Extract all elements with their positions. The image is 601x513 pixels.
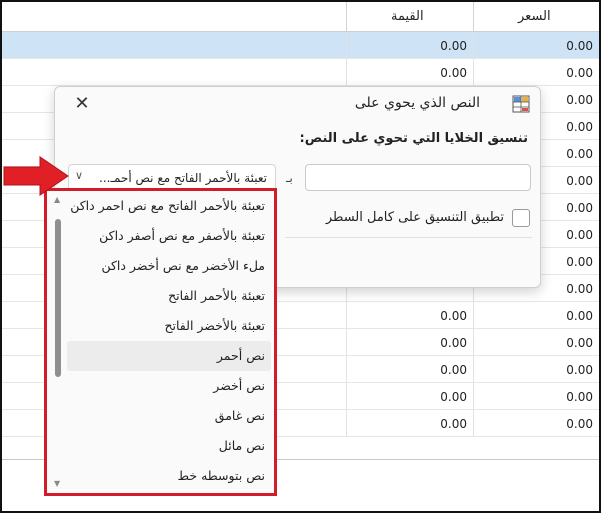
- cell-value-text: 0.00: [440, 309, 467, 323]
- cell-blank[interactable]: [2, 59, 347, 86]
- column-header-value-label: القيمة: [391, 9, 424, 24]
- scrollbar-thumb[interactable]: [55, 219, 61, 377]
- cell-price[interactable]: 0.00: [474, 356, 599, 383]
- dropdown-option-label: تعبئة بالأخضر الفاتح: [164, 318, 265, 333]
- dropdown-option-label: نص غامق: [214, 408, 265, 423]
- chevron-down-icon: ∨: [75, 169, 84, 182]
- dialog-title: النص الذي يحوي على: [354, 95, 480, 111]
- cell-value[interactable]: 0.00: [347, 410, 474, 437]
- column-header-price[interactable]: السعر: [474, 2, 599, 32]
- with-label: بـ: [286, 171, 293, 185]
- dropdown-option[interactable]: نص أحمر: [67, 341, 271, 371]
- cell-price-text: 0.00: [566, 201, 593, 215]
- format-style-dropdown-list[interactable]: ▲ ▼ تعبئة بالأحمر الفاتح مع نص احمر داكن…: [44, 188, 277, 496]
- cell-price-text: 0.00: [566, 228, 593, 242]
- cell-price[interactable]: 0.00: [474, 383, 599, 410]
- cell-price-text: 0.00: [566, 255, 593, 269]
- cell-price-text: 0.00: [566, 174, 593, 188]
- dropdown-option[interactable]: تعبئة بالأخضر الفاتح: [67, 311, 271, 341]
- column-header-blank[interactable]: [2, 2, 347, 32]
- table-row[interactable]: 0.00 0.00: [2, 32, 599, 59]
- dropdown-option-label: نص أخضر: [213, 378, 265, 393]
- dropdown-option[interactable]: تعبئة بالأحمر الفاتح: [67, 281, 271, 311]
- dropdown-option[interactable]: نص بتوسطه خط: [67, 461, 271, 491]
- red-arrow-pointer: [3, 156, 69, 196]
- dropdown-option[interactable]: نص مائل: [67, 431, 271, 461]
- table-row[interactable]: 0.00 0.00: [2, 59, 599, 86]
- format-style-combobox[interactable]: تعبئة بالأحمر الفاتح مع نص أحمـ... ∨: [68, 164, 276, 191]
- cell-price[interactable]: 0.00: [474, 329, 599, 356]
- apply-entire-row-label[interactable]: تطبيق التنسيق على كامل السطر: [326, 210, 504, 225]
- cell-price-text: 0.00: [566, 66, 593, 80]
- cell-price-text: 0.00: [566, 39, 593, 53]
- cell-price[interactable]: 0.00: [474, 59, 599, 86]
- contains-text-input[interactable]: [305, 164, 531, 191]
- dropdown-option-label: نص أحمر: [216, 348, 265, 363]
- dropdown-option-label: تعبئة بالأحمر الفاتح: [168, 288, 265, 303]
- cell-value[interactable]: 0.00: [347, 59, 474, 86]
- dropdown-option-label: تعبئة بالأحمر الفاتح مع نص احمر داكن: [70, 198, 265, 213]
- cell-price-text: 0.00: [566, 390, 593, 404]
- cell-value-text: 0.00: [440, 66, 467, 80]
- cell-price-text: 0.00: [566, 93, 593, 107]
- close-icon[interactable]: ✕: [71, 93, 93, 115]
- dropdown-option[interactable]: ملء الأخضر مع نص أخضر داكن: [67, 251, 271, 281]
- cell-value-text: 0.00: [440, 39, 467, 53]
- cell-value-text: 0.00: [440, 336, 467, 350]
- dropdown-option[interactable]: نص غامق: [67, 401, 271, 431]
- dropdown-option[interactable]: تعبئة بالأحمر الفاتح مع نص احمر داكن: [67, 191, 271, 221]
- cell-price-text: 0.00: [566, 417, 593, 431]
- cell-price[interactable]: 0.00: [474, 410, 599, 437]
- cell-price[interactable]: 0.00: [474, 32, 599, 59]
- column-header-value[interactable]: القيمة: [347, 2, 474, 32]
- cell-blank[interactable]: [2, 32, 347, 59]
- cell-price-text: 0.00: [566, 147, 593, 161]
- dropdown-option[interactable]: نص أخضر: [67, 371, 271, 401]
- cell-price-text: 0.00: [566, 309, 593, 323]
- cell-value-text: 0.00: [440, 417, 467, 431]
- format-style-selected: تعبئة بالأحمر الفاتح مع نص أحمـ...: [99, 171, 267, 185]
- cell-price-text: 0.00: [566, 336, 593, 350]
- cell-value[interactable]: 0.00: [347, 302, 474, 329]
- cell-price-text: 0.00: [566, 363, 593, 377]
- dropdown-option[interactable]: تعبئة بالأصفر مع نص أصفر داكن: [67, 221, 271, 251]
- cell-price[interactable]: 0.00: [474, 302, 599, 329]
- dropdown-option-label: نص بتوسطه خط: [177, 468, 265, 483]
- cell-value-text: 0.00: [440, 363, 467, 377]
- cell-price-text: 0.00: [566, 282, 593, 296]
- dropdown-option-label: ملء الأخضر مع نص أخضر داكن: [101, 258, 265, 273]
- column-header-price-label: السعر: [518, 9, 551, 24]
- dropdown-option-label: نص مائل: [218, 438, 265, 453]
- scroll-down-icon[interactable]: ▼: [54, 479, 60, 488]
- cell-value[interactable]: 0.00: [347, 383, 474, 410]
- cell-price-text: 0.00: [566, 120, 593, 134]
- cell-value[interactable]: 0.00: [347, 329, 474, 356]
- cell-value[interactable]: 0.00: [347, 356, 474, 383]
- grid-format-icon: [512, 95, 530, 113]
- cell-value[interactable]: 0.00: [347, 32, 474, 59]
- cell-value-text: 0.00: [440, 390, 467, 404]
- format-cells-label: تنسيق الخلايا التي تحوي على النص:: [299, 131, 528, 146]
- dropdown-option-label: تعبئة بالأصفر مع نص أصفر داكن: [99, 228, 265, 243]
- apply-entire-row-checkbox[interactable]: [512, 209, 530, 227]
- dialog-separator: [285, 237, 532, 238]
